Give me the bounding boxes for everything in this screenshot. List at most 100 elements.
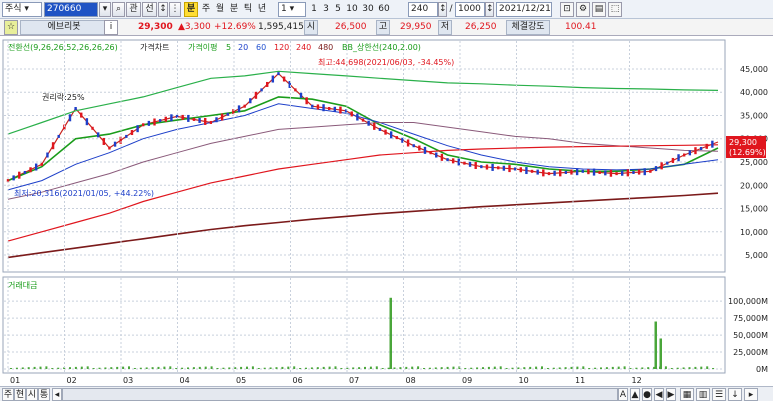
list-icon[interactable]: ☰	[712, 388, 726, 401]
magnifier-icon[interactable]: ⌕	[112, 2, 125, 17]
zoom-a-button[interactable]: A	[618, 388, 628, 401]
candle	[497, 166, 500, 170]
candle	[502, 165, 506, 171]
info-icon[interactable]: i	[104, 20, 118, 35]
more-icon[interactable]: ⋮	[169, 2, 181, 17]
count-input[interactable]: 240	[408, 2, 438, 17]
grid-icon[interactable]: ▥	[696, 388, 710, 401]
horizontal-scrollbar[interactable]	[62, 388, 618, 401]
zoom-icon[interactable]: ⊡	[560, 2, 574, 17]
volume-bar	[222, 367, 225, 369]
month-tick-label: 04	[180, 376, 190, 385]
period-year[interactable]: 년	[256, 2, 268, 17]
scroll-prev-icon[interactable]: ◀	[654, 388, 664, 401]
total-count-input[interactable]: 1000	[455, 2, 485, 17]
legend-ma-240: 240	[296, 43, 311, 52]
volume-bar	[387, 367, 390, 369]
candle	[604, 170, 607, 176]
candle	[260, 88, 263, 92]
total-stepper[interactable]: ↕	[485, 2, 494, 17]
volume-tick-label: 0M	[756, 365, 768, 374]
star-icon[interactable]: ☆	[4, 20, 18, 35]
volume-bar	[358, 367, 361, 369]
stock-code-input[interactable]: 270660	[44, 2, 98, 17]
preset-3[interactable]: 3	[321, 2, 331, 17]
candle	[654, 166, 658, 172]
volume-bar	[635, 367, 638, 369]
candle	[406, 139, 410, 147]
watchlist-button[interactable]: 관	[126, 2, 141, 17]
tab-si[interactable]: 시	[26, 388, 38, 401]
layout-icon[interactable]: ▦	[680, 388, 694, 401]
volume-bar	[517, 367, 520, 369]
tab-joo[interactable]: 주	[2, 388, 14, 401]
preset-30[interactable]: 30	[361, 2, 375, 17]
candle	[412, 144, 415, 148]
candle	[187, 114, 190, 122]
price-change: ▲3,300	[178, 22, 211, 32]
preset-1[interactable]: 1	[309, 2, 319, 17]
candle	[130, 130, 134, 136]
volume-bar	[594, 367, 597, 369]
preset-10[interactable]: 10	[345, 2, 359, 17]
volume-bar	[151, 367, 154, 369]
arrow-down-icon[interactable]: ↓	[728, 388, 742, 401]
preset-5[interactable]: 5	[333, 2, 343, 17]
settings-icon[interactable]: ⚙	[576, 2, 590, 17]
scroll-next-icon[interactable]: ▶	[666, 388, 676, 401]
candle	[570, 169, 573, 175]
period-minute[interactable]: 분	[228, 2, 240, 17]
market-select[interactable]: 주식 ▾	[2, 2, 42, 17]
candle	[525, 167, 528, 175]
minute-button[interactable]: 분	[184, 2, 198, 17]
tab-tong[interactable]: 통	[38, 388, 50, 401]
volume-bar	[623, 366, 626, 369]
candle	[367, 120, 370, 126]
period-week[interactable]: 주	[200, 2, 212, 17]
period-tick[interactable]: 틱	[242, 2, 254, 17]
preset-60[interactable]: 60	[377, 2, 391, 17]
candle	[575, 168, 579, 176]
volume-bar	[476, 367, 479, 369]
candle	[209, 120, 213, 124]
volume-bar	[86, 366, 89, 369]
candle	[299, 92, 303, 98]
volume-bar	[210, 366, 213, 369]
stock-chart[interactable]: 45,00040,00035,00030,00025,00020,00015,0…	[0, 37, 773, 386]
zoom-in-icon[interactable]: ▲	[630, 388, 640, 401]
price-tick-label: 15,000	[740, 205, 768, 214]
select-button[interactable]: 선	[142, 2, 157, 17]
volume-bar	[446, 366, 449, 369]
zoom-reset-icon[interactable]: ●	[642, 388, 652, 401]
volume-bar	[45, 366, 48, 369]
code-dropdown-button[interactable]: ▾	[99, 2, 111, 17]
low-annotation: 최저:20,316(2021/01/05, +44.22%)	[14, 188, 154, 198]
print-icon[interactable]: ▤	[592, 2, 606, 17]
interval-select[interactable]: 1 ▾	[278, 2, 306, 17]
candle	[215, 117, 218, 123]
candle	[423, 146, 427, 154]
volume-bar	[399, 367, 402, 369]
volume-tick-label: 75,000M	[733, 314, 768, 323]
candle	[12, 175, 15, 181]
volume-bar	[570, 366, 573, 369]
volume-spike-bar	[659, 338, 662, 369]
candle	[609, 169, 613, 177]
candle	[339, 106, 342, 114]
period-month[interactable]: 월	[214, 2, 226, 17]
arrow-right-icon[interactable]: ▸	[744, 388, 758, 401]
scroll-left-icon[interactable]: ◂	[52, 388, 62, 401]
count-stepper[interactable]: ↕	[438, 2, 447, 17]
candle	[170, 114, 173, 122]
volume-bar	[611, 366, 614, 369]
date-select[interactable]: 2021/12/21 ▾	[496, 2, 552, 17]
month-tick-label: 11	[575, 376, 585, 385]
volume-bar	[564, 367, 567, 369]
save-icon[interactable]: ⬚	[608, 2, 622, 17]
candle	[91, 126, 94, 130]
volume-bar	[163, 366, 166, 369]
tab-hyeon[interactable]: 현	[14, 388, 26, 401]
spin-icon[interactable]: ↕	[158, 2, 168, 17]
candle	[68, 114, 72, 122]
current-price: 29,300	[138, 22, 173, 32]
